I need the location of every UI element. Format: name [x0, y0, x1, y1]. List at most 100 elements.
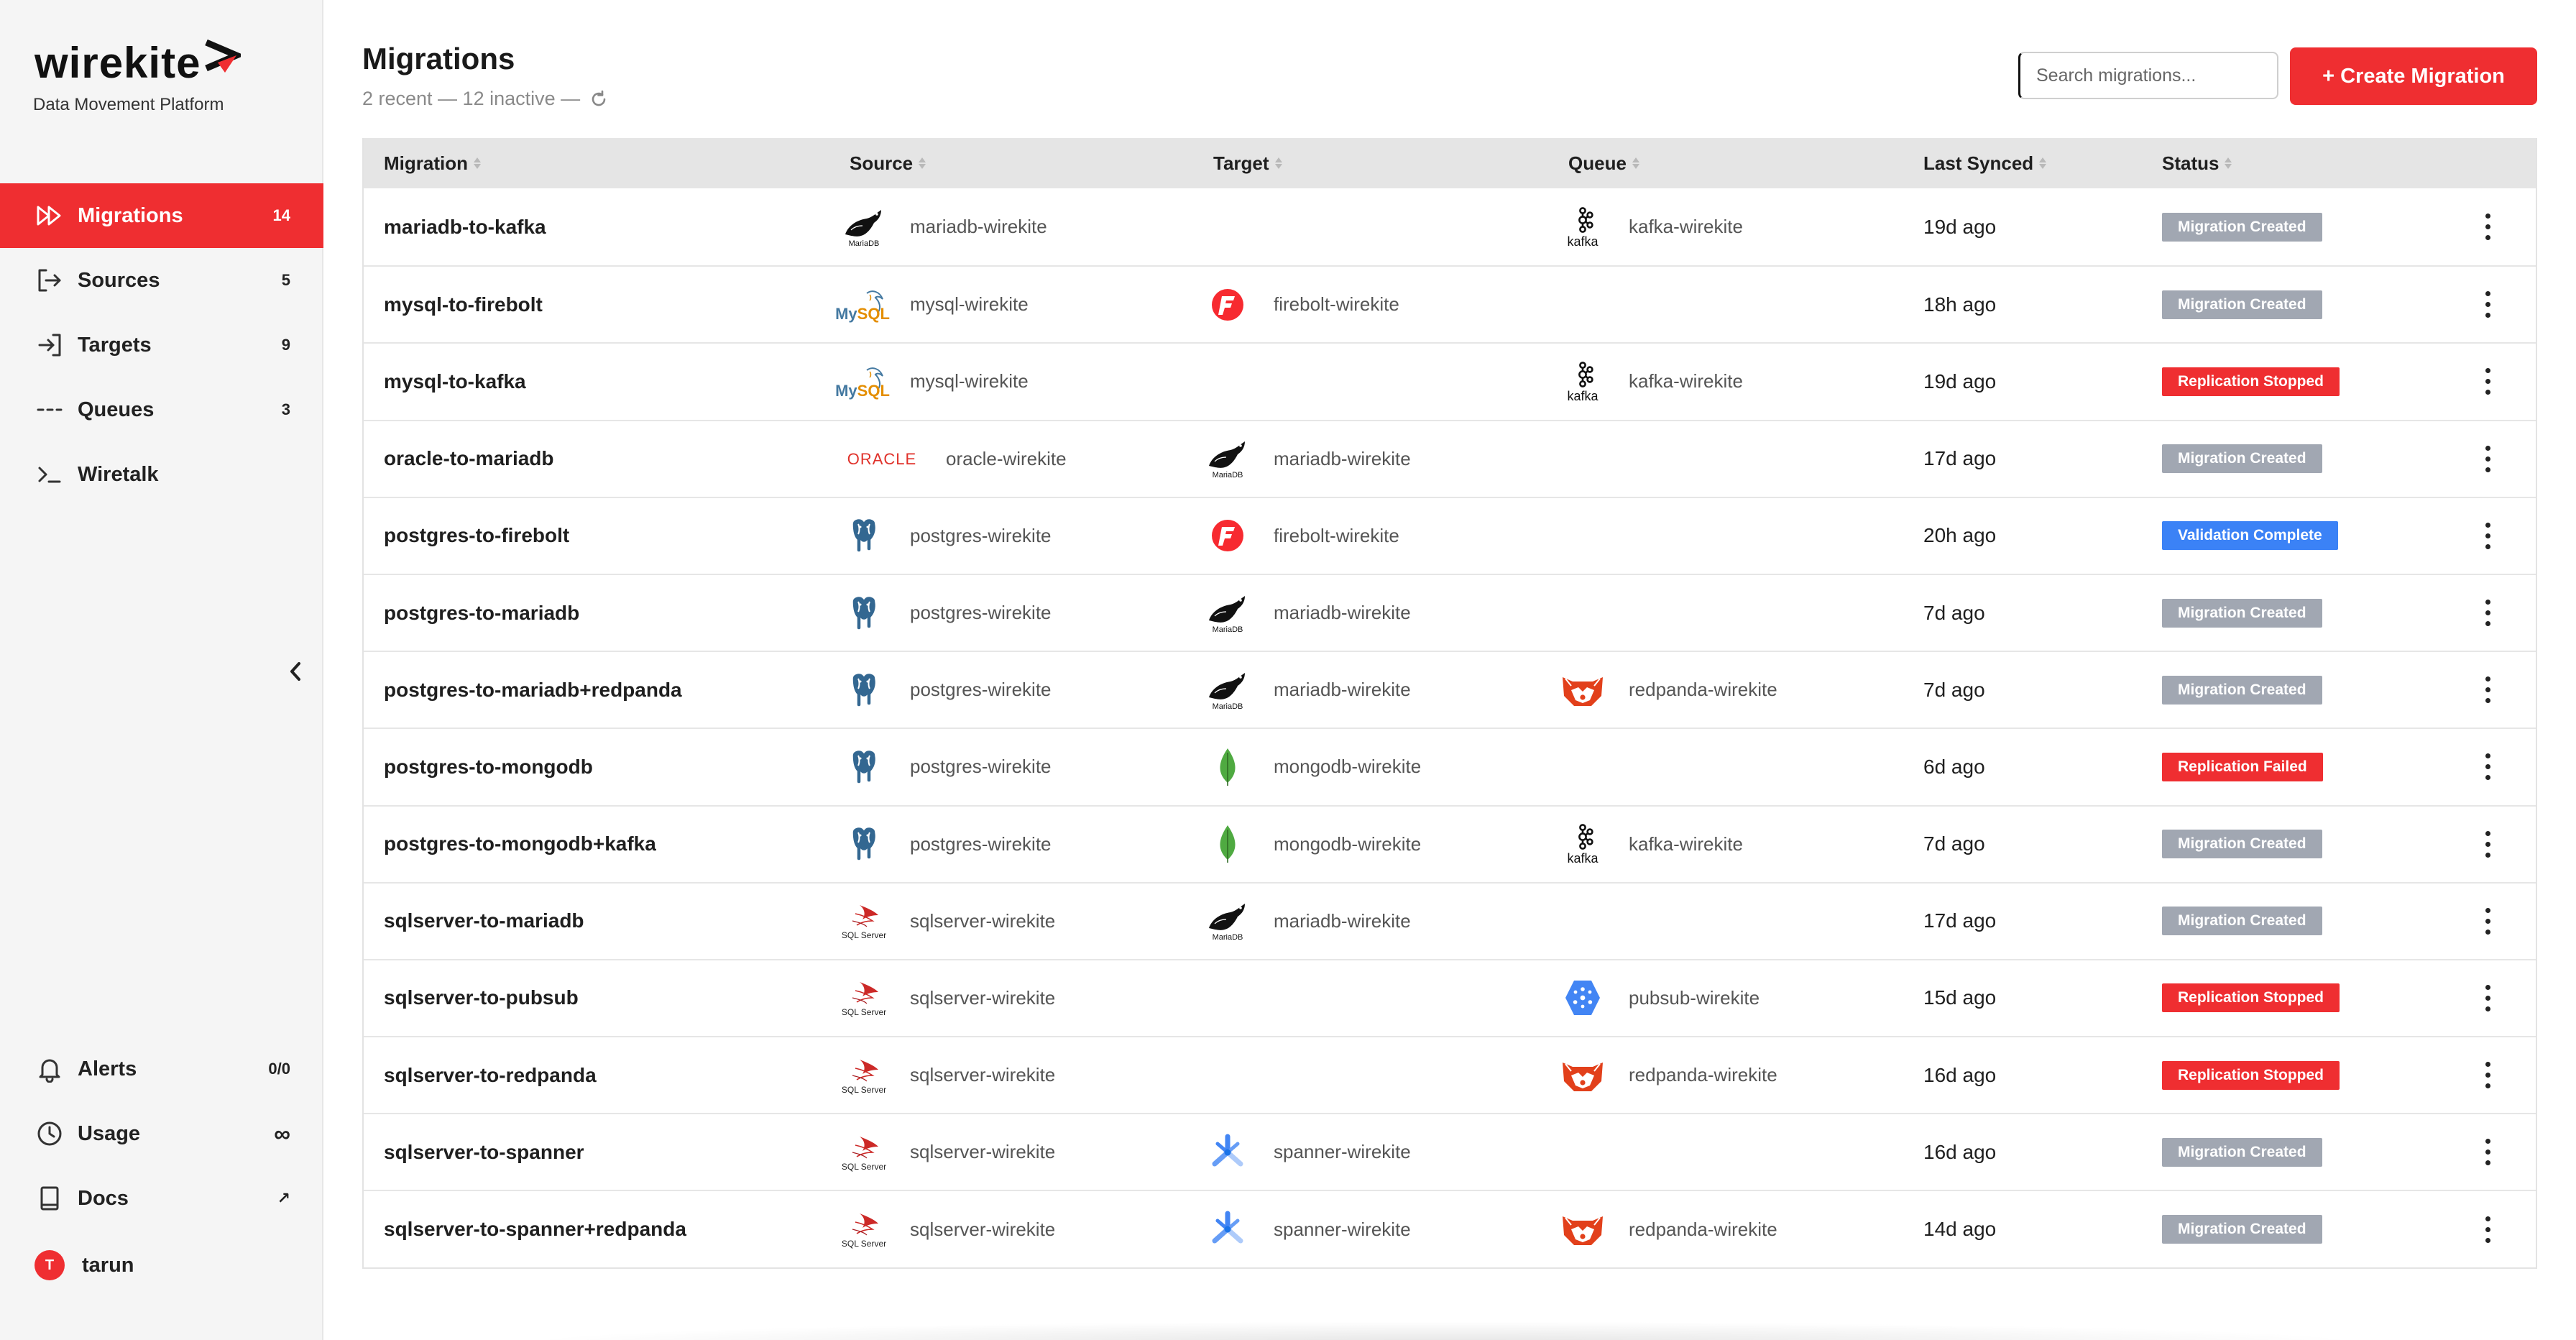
source-cell: ORACLE oracle-wirekite: [835, 421, 1067, 497]
brand[interactable]: wirekite Data Movement Platform: [33, 39, 242, 115]
last-synced-cell: 17d ago: [1923, 884, 1996, 959]
migration-name[interactable]: mysql-to-firebolt: [384, 293, 543, 316]
table-row[interactable]: sqlserver-to-redpanda SQL Server sqlserv…: [364, 1036, 2536, 1113]
migration-name[interactable]: mysql-to-kafka: [384, 370, 526, 393]
migration-name[interactable]: oracle-to-mariadb: [384, 447, 554, 470]
migration-name[interactable]: postgres-to-mongodb+kafka: [384, 832, 656, 855]
migration-name[interactable]: sqlserver-to-spanner: [384, 1141, 584, 1164]
more-options-button[interactable]: [2477, 575, 2498, 651]
more-vertical-icon: [2485, 368, 2490, 374]
migration-name[interactable]: sqlserver-to-redpanda: [384, 1064, 597, 1087]
migration-name[interactable]: mariadb-to-kafka: [384, 216, 546, 239]
column-header-status[interactable]: Status: [2162, 138, 2232, 188]
migration-name[interactable]: postgres-to-mongodb: [384, 756, 593, 779]
migration-cell: postgres-to-mariadb+redpanda: [384, 652, 682, 728]
target-cell: MariaDB mariadb-wirekite: [1199, 884, 1411, 959]
migration-name[interactable]: sqlserver-to-mariadb: [384, 909, 584, 932]
sidebar-item-sources[interactable]: Sources 5: [0, 248, 323, 313]
table-row[interactable]: postgres-to-mongodb postgres-wirekite mo…: [364, 728, 2536, 804]
more-options-button[interactable]: [2477, 1191, 2498, 1267]
status-cell: Migration Created: [2162, 267, 2322, 342]
table-row[interactable]: postgres-to-mariadb+redpanda postgres-wi…: [364, 651, 2536, 728]
status-badge: Replication Failed: [2162, 752, 2323, 781]
migration-name[interactable]: postgres-to-mariadb+redpanda: [384, 679, 682, 702]
column-header-migration[interactable]: Migration: [384, 138, 481, 188]
sidebar-item-queues[interactable]: Queues 3: [0, 377, 323, 442]
table-row[interactable]: sqlserver-to-spanner SQL Server sqlserve…: [364, 1113, 2536, 1190]
more-vertical-icon: [2485, 600, 2490, 605]
migration-cell: sqlserver-to-redpanda: [384, 1037, 597, 1113]
more-options-button[interactable]: [2477, 884, 2498, 959]
page-subtitle: 2 recent — 12 inactive —: [362, 88, 609, 110]
more-options-button[interactable]: [2477, 729, 2498, 804]
postgres-icon: [835, 669, 893, 712]
sidebar-item-targets[interactable]: Targets 9: [0, 313, 323, 377]
table-row[interactable]: mariadb-to-kafka MariaDB mariadb-wirekit…: [364, 188, 2536, 265]
target-cell: spanner-wirekite: [1199, 1191, 1411, 1267]
mongodb-icon: [1199, 822, 1256, 866]
search-input[interactable]: [2018, 52, 2278, 99]
column-header-target[interactable]: Target: [1213, 138, 1282, 188]
last-synced-cell: 7d ago: [1923, 807, 1985, 882]
migration-name[interactable]: sqlserver-to-pubsub: [384, 986, 579, 1009]
last-synced-cell: 14d ago: [1923, 1191, 1996, 1267]
sort-icon: [2039, 157, 2047, 170]
table-row[interactable]: sqlserver-to-pubsub SQL Server sqlserver…: [364, 958, 2536, 1036]
status-cell: Replication Stopped: [2162, 960, 2340, 1036]
table-row[interactable]: mysql-to-kafka MySQL mysql-wirekite kafk…: [364, 342, 2536, 419]
more-options-button[interactable]: [2477, 652, 2498, 728]
column-label: Last Synced: [1923, 152, 2034, 174]
sidebar-item-migrations[interactable]: Migrations 14: [0, 183, 323, 248]
user-profile[interactable]: T tarun: [0, 1231, 323, 1300]
table-header: Migration Source Target Queue Last Synce…: [364, 138, 2536, 188]
last-synced: 17d ago: [1923, 447, 1997, 470]
sidebar-item-usage[interactable]: Usage ∞: [0, 1101, 323, 1166]
more-options-button[interactable]: [2477, 267, 2498, 342]
status-badge: Replication Stopped: [2162, 983, 2340, 1013]
firebolt-icon: [1199, 514, 1256, 557]
more-options-button[interactable]: [2477, 421, 2498, 497]
column-header-queue[interactable]: Queue: [1568, 138, 1639, 188]
more-options-button[interactable]: [2477, 960, 2498, 1036]
column-header-last-synced[interactable]: Last Synced: [1923, 138, 2047, 188]
table-row[interactable]: sqlserver-to-mariadb SQL Server sqlserve…: [364, 881, 2536, 959]
table-row[interactable]: postgres-to-firebolt postgres-wirekite f…: [364, 496, 2536, 574]
book-icon: [36, 1185, 63, 1212]
more-options-button[interactable]: [2477, 1114, 2498, 1190]
more-options-button[interactable]: [2477, 188, 2498, 265]
svg-text:kafka: kafka: [1567, 389, 1598, 403]
last-synced: 7d ago: [1923, 601, 1985, 624]
sidebar-item-docs[interactable]: Docs ↗: [0, 1166, 323, 1231]
table-row[interactable]: sqlserver-to-spanner+redpanda SQL Server…: [364, 1190, 2536, 1267]
more-options-button[interactable]: [2477, 807, 2498, 882]
migration-name[interactable]: postgres-to-mariadb: [384, 602, 579, 625]
last-synced-cell: 19d ago: [1923, 344, 1996, 419]
more-options-button[interactable]: [2477, 344, 2498, 419]
queue-cell: kafka kafka-wirekite: [1554, 807, 1743, 882]
column-header-source[interactable]: Source: [850, 138, 926, 188]
mariadb-icon: MariaDB: [835, 206, 893, 249]
sidebar-item-wiretalk[interactable]: Wiretalk: [0, 442, 323, 507]
more-options-button[interactable]: [2477, 498, 2498, 574]
column-label: Queue: [1568, 152, 1627, 174]
table-row[interactable]: mysql-to-firebolt MySQL mysql-wirekite f…: [364, 265, 2536, 342]
refresh-icon[interactable]: [589, 89, 609, 109]
queue-name: kafka-wirekite: [1629, 216, 1743, 238]
migration-name[interactable]: sqlserver-to-spanner+redpanda: [384, 1218, 686, 1241]
redpanda-icon: [1554, 1208, 1611, 1251]
table-row[interactable]: oracle-to-mariadb ORACLE oracle-wirekite…: [364, 419, 2536, 497]
create-migration-button[interactable]: + Create Migration: [2290, 47, 2537, 105]
collapse-sidebar-button[interactable]: [285, 658, 306, 684]
last-synced: 17d ago: [1923, 909, 1997, 932]
table-row[interactable]: postgres-to-mongodb+kafka postgres-wirek…: [364, 804, 2536, 882]
table-row[interactable]: postgres-to-mariadb postgres-wirekite Ma…: [364, 573, 2536, 651]
status-cell: Replication Stopped: [2162, 1037, 2340, 1113]
mariadb-icon: MariaDB: [1199, 899, 1256, 942]
sidebar-item-alerts[interactable]: Alerts 0/0: [0, 1037, 323, 1101]
source-cell: MySQL mysql-wirekite: [835, 267, 1029, 342]
firebolt-icon: [1199, 283, 1256, 326]
source-name: postgres-wirekite: [910, 679, 1052, 701]
migration-name[interactable]: postgres-to-firebolt: [384, 524, 569, 547]
status-badge: Migration Created: [2162, 1137, 2322, 1167]
more-options-button[interactable]: [2477, 1037, 2498, 1113]
